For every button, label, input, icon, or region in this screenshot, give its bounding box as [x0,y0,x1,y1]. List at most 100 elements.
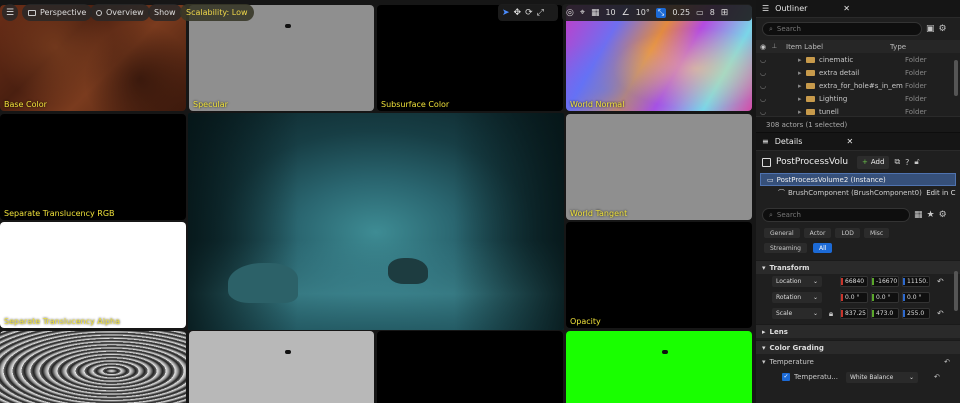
tile-bottom-1[interactable] [0,331,186,403]
color-grading-section[interactable]: ▾ Color Grading [756,340,960,354]
tile-separate-translucency-alpha[interactable]: Separate Translucency Alpha [0,222,186,328]
scale-z-field[interactable]: 255.0 [902,308,930,319]
close-icon[interactable]: ✕ [843,4,850,13]
rotation-dropdown[interactable]: Rotation ⌄ [772,292,822,303]
outliner-tab[interactable]: ☰ Outliner ✕ [756,0,960,18]
expand-arrow-icon[interactable]: ▸ [798,95,806,103]
outliner-scrollbar[interactable] [954,60,958,96]
item-type: Folder [905,55,927,64]
main-scene-view[interactable] [188,113,564,330]
tile-bottom-2[interactable] [189,331,374,403]
angle-snap-value[interactable]: 10° [636,8,650,17]
list-item[interactable]: ◡ ▸ extra_for_hole#s_in_em Folder [756,79,960,92]
filter-general[interactable]: General [764,228,800,238]
visibility-icon[interactable]: ◡ [760,95,798,103]
location-z-field[interactable]: 11150. [902,276,930,287]
add-folder-icon[interactable]: ▣ [926,24,935,34]
filter-actor[interactable]: Actor [803,228,832,238]
expand-arrow-icon[interactable]: ▸ [798,69,806,77]
rotation-x-field[interactable]: 0.0 ° [840,292,868,303]
location-y-field[interactable]: -16670 [871,276,899,287]
angle-icon[interactable]: ∠ [622,8,630,18]
filter-streaming[interactable]: Streaming [764,243,807,253]
tile-separate-translucency-rgb[interactable]: Separate Translucency RGB [0,114,186,220]
location-dropdown[interactable]: Location ⌄ [772,276,822,287]
blueprint-icon[interactable]: ⧉ [894,157,900,167]
transform-section[interactable]: ▾ Transform [756,260,960,274]
instance-row[interactable]: ▭ PostProcessVolume2 (Instance) [760,173,956,186]
grid-icon[interactable]: ▦ [591,8,600,18]
perspective-button[interactable]: Perspective [22,4,93,21]
location-x-field[interactable]: 66840 [840,276,868,287]
scale-y-field[interactable]: 473.0 [871,308,899,319]
scale-snap-icon[interactable]: ⤡ [655,7,667,18]
list-item[interactable]: ◡ ▸ cinematic Folder [756,53,960,66]
table-view-icon[interactable]: ▦ [914,210,923,220]
scale-icon[interactable]: ⤢ [537,8,544,18]
camera-speed-value[interactable]: 8 [710,8,715,17]
select-arrow-icon[interactable]: ➤ [502,8,510,18]
rotation-y-field[interactable]: 0.0 ° [871,292,899,303]
star-icon[interactable]: ★ [927,210,935,220]
list-item[interactable]: ◡ ▸ Lighting Folder [756,92,960,105]
expand-arrow-icon[interactable]: ▸ [798,56,806,64]
visibility-icon[interactable]: ◡ [760,69,798,77]
visibility-icon[interactable]: ◡ [760,82,798,90]
tile-bottom-3[interactable] [377,331,563,403]
reset-icon[interactable]: ↶ [937,277,944,286]
camera-speed-icon[interactable]: ▭ [696,8,704,17]
tile-opacity[interactable]: Opacity [566,222,752,328]
item-label-header[interactable]: Item Label [786,43,890,51]
rotate-icon[interactable]: ⟳ [525,8,533,18]
tile-bottom-4[interactable] [566,331,752,403]
tile-world-tangent[interactable]: World Tangent [566,114,752,220]
details-search-input[interactable]: ⌕ Search [762,208,910,222]
expand-arrow-icon[interactable]: ▸ [798,108,806,116]
type-header[interactable]: Type [890,43,906,51]
reset-icon[interactable]: ↶ [944,358,950,366]
cave-wall-right [454,113,564,330]
scale-snap-value[interactable]: 0.25 [672,8,690,17]
component-row[interactable]: ⌒ BrushComponent (BrushComponent0) Edit … [760,186,956,200]
visibility-icon[interactable]: ◡ [760,56,798,64]
checkbox[interactable]: ✓ [782,373,790,381]
reset-icon[interactable]: ↶ [937,309,944,318]
settings-icon[interactable]: ⚙ [939,24,947,34]
expand-arrow-icon[interactable]: ▸ [798,82,806,90]
filter-misc[interactable]: Misc [863,228,890,238]
close-icon[interactable]: ✕ [846,137,853,146]
reset-icon[interactable]: ↶ [934,373,940,381]
list-item[interactable]: ◡ ▸ extra detail Folder [756,66,960,79]
eye-icon[interactable]: ◉ [760,43,772,51]
maximize-icon[interactable]: ⊞ [721,8,729,18]
viewport[interactable]: Base Color Specular Subsurface Color Wor… [0,0,756,403]
scale-x-field[interactable]: 837.25 [840,308,868,319]
filter-all[interactable]: All [813,243,833,253]
edit-in-cpp-link[interactable]: Edit in C [926,189,956,197]
lens-section[interactable]: ▸ Lens [756,324,960,338]
scale-dropdown[interactable]: Scale ⌄ [772,308,822,319]
viewport-menu-button[interactable]: ☰ [2,4,18,21]
temperature-group[interactable]: ▾ Temperature ↶ [756,354,960,370]
pin-icon[interactable]: ⟂ [772,42,786,51]
details-tab[interactable]: ≡ Details ✕ [756,133,960,151]
help-icon[interactable]: ? [905,158,909,167]
add-component-button[interactable]: + Add [857,155,890,169]
white-balance-dropdown[interactable]: White Balance ⌄ [846,371,918,383]
details-scrollbar[interactable] [954,271,958,311]
settings-icon[interactable]: ⚙ [939,210,947,220]
move-icon[interactable]: ✥ [514,8,522,18]
actor-name: PostProcessVolu [776,157,849,167]
overview-button[interactable]: Overview [90,4,150,21]
rotation-z-field[interactable]: 0.0 ° [902,292,930,303]
outliner-search-input[interactable]: ⌕ Search [762,22,922,36]
filter-lod[interactable]: LOD [835,228,860,238]
lock-ratio-icon[interactable]: 🔒︎ [825,309,837,319]
grid-snap-value[interactable]: 10 [605,8,615,17]
show-button[interactable]: Show [148,4,182,21]
globe-icon[interactable]: ◎ [566,8,574,18]
surface-snap-icon[interactable]: ⌖ [580,8,585,18]
visibility-icon[interactable]: ◡ [760,108,798,116]
lock-icon[interactable]: 🔓︎ [914,157,919,167]
scalability-button[interactable]: Scalability: Low [180,4,254,21]
